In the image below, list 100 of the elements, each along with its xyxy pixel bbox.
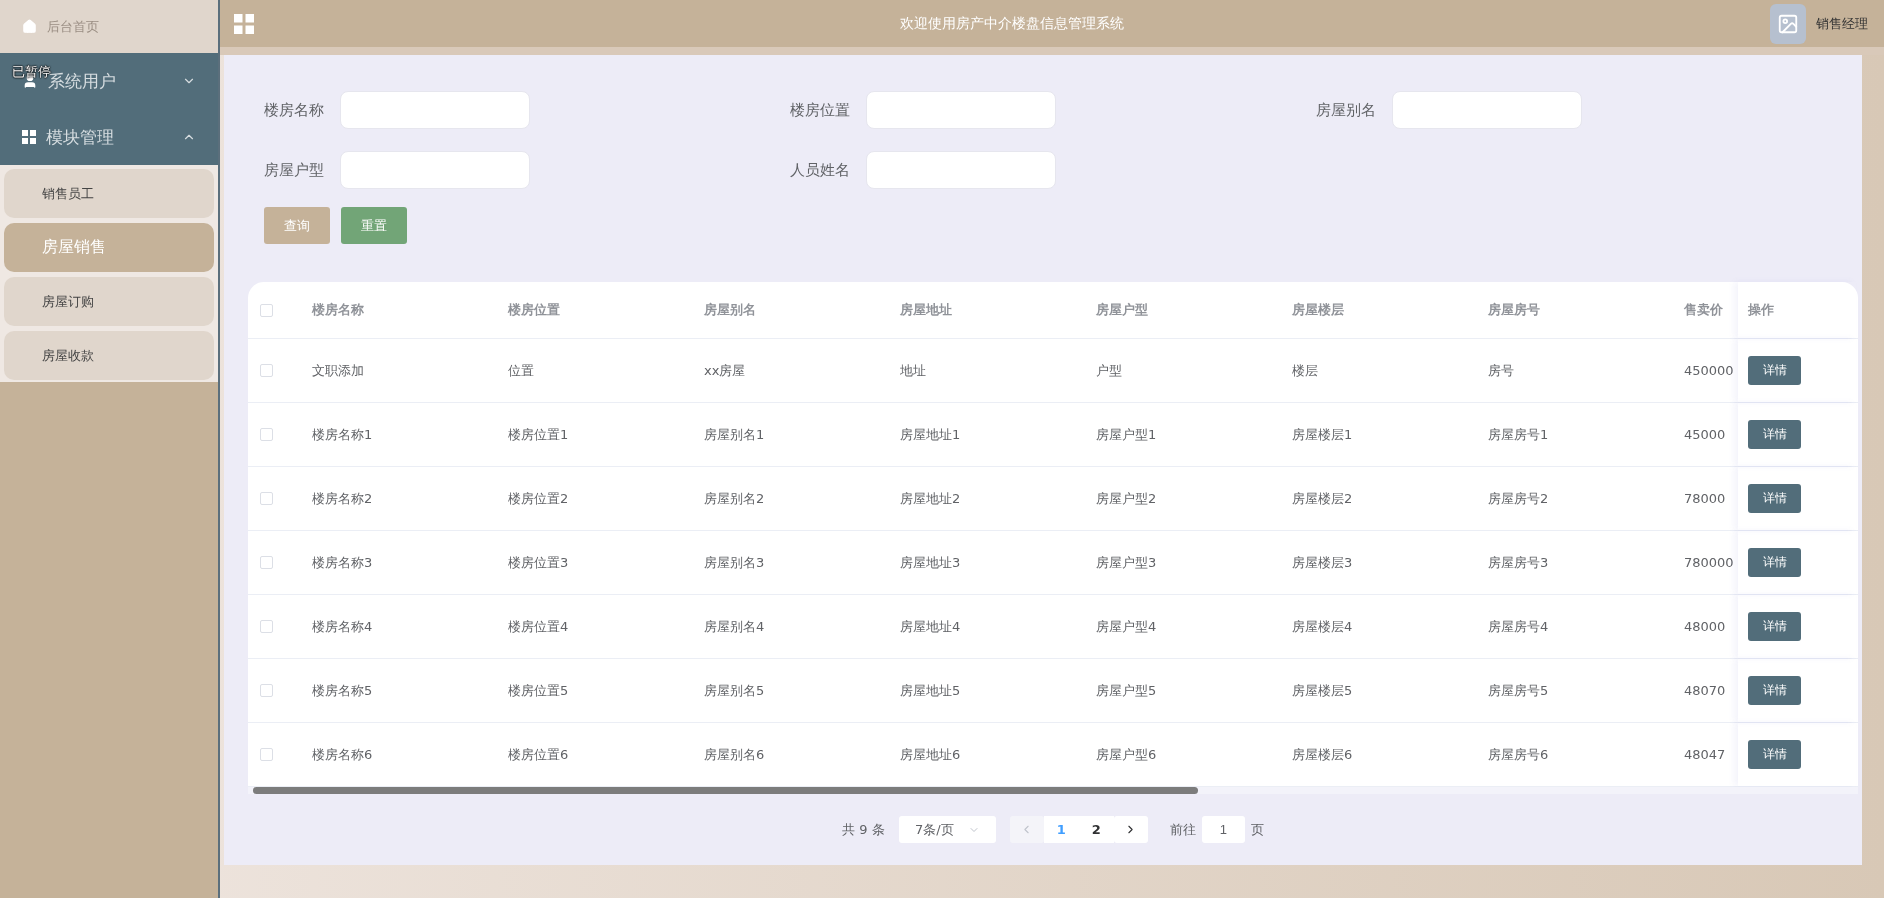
details-button[interactable]: 详情 [1748, 548, 1801, 577]
table-cell-text: 48070 [1684, 683, 1727, 698]
table-cell-text: 房屋别名6 [704, 745, 766, 764]
table-cell-text: 房屋楼层6 [1292, 745, 1354, 764]
field-label: 楼房位置 [790, 100, 851, 120]
table-cell-text: 楼房位置5 [508, 681, 570, 700]
grid-icon [22, 130, 36, 144]
table-cell-text: 房屋别名4 [704, 617, 766, 636]
table-cell-text: 房屋户型3 [1096, 553, 1158, 572]
table-cell-text: 45000 [1684, 427, 1727, 442]
table-cell-text: 78000 [1684, 491, 1727, 506]
details-button[interactable]: 详情 [1748, 356, 1801, 385]
table-cell-text: 房屋房号2 [1488, 489, 1550, 508]
checkbox[interactable] [260, 428, 273, 441]
details-button[interactable]: 详情 [1748, 740, 1801, 769]
table-cell-text: 房屋户型6 [1096, 745, 1158, 764]
table-cell-text: 房屋楼层1 [1292, 425, 1354, 444]
home-icon [22, 19, 37, 34]
input-field[interactable] [340, 91, 530, 129]
menu-group-label: 模块管理 [46, 125, 115, 149]
column-header: 房屋地址 [900, 301, 953, 319]
checkbox[interactable] [260, 364, 273, 377]
table-cell-text: 楼房名称5 [312, 681, 374, 700]
details-button[interactable]: 详情 [1748, 420, 1801, 449]
table-cell-text: 楼房名称4 [312, 617, 374, 636]
table-cell-text: 房屋别名3 [704, 553, 766, 572]
grid-menu-icon[interactable] [234, 13, 254, 34]
image-icon [1777, 12, 1799, 35]
table-cell-text: 房屋地址4 [900, 617, 962, 636]
table-cell-text: 房号 [1488, 361, 1515, 380]
column-header: 房屋楼层 [1292, 301, 1345, 319]
avatar[interactable] [1770, 3, 1806, 44]
checkbox[interactable] [260, 492, 273, 505]
table-cell-text: 房屋楼层3 [1292, 553, 1354, 572]
table-cell-text: 房屋别名1 [704, 425, 766, 444]
table-cell-text: 房屋楼层5 [1292, 681, 1354, 700]
field-label: 房屋别名 [1316, 100, 1377, 120]
prev-page-button[interactable] [1009, 816, 1044, 843]
table-cell-text: 房屋户型5 [1096, 681, 1158, 700]
column-header: 房屋房号 [1488, 301, 1541, 319]
table-cell-text: 房屋房号6 [1488, 745, 1550, 764]
input-field[interactable] [340, 151, 530, 189]
table-cell-text: 48047 [1684, 747, 1727, 762]
menu-item[interactable]: 房屋收款 [4, 331, 214, 380]
goto-label: 前往 [1169, 820, 1196, 839]
table-cell-text: 48000 [1684, 619, 1727, 634]
table-cell-text: 780000 [1684, 555, 1735, 570]
field-label: 房屋户型 [264, 160, 325, 180]
checkbox[interactable] [260, 684, 273, 697]
table-cell-text: 位置 [508, 361, 535, 380]
column-header: 楼房位置 [508, 301, 561, 319]
table-cell-text: 楼房名称3 [312, 553, 374, 572]
checkbox[interactable] [260, 748, 273, 761]
table-cell-text: 房屋户型1 [1096, 425, 1158, 444]
page-button[interactable]: 2 [1078, 816, 1114, 843]
table-cell-text: 房屋地址2 [900, 489, 962, 508]
table-cell-text: 房屋地址1 [900, 425, 962, 444]
details-button[interactable]: 详情 [1748, 484, 1801, 513]
table-cell-text: 地址 [900, 361, 927, 380]
table-cell-text: 房屋户型4 [1096, 617, 1158, 636]
total-count: 共 9 条 [842, 820, 885, 839]
table-cell-text: 房屋房号1 [1488, 425, 1550, 444]
menu-item[interactable]: 房屋订购 [4, 277, 214, 326]
details-button[interactable]: 详情 [1748, 676, 1801, 705]
table-cell-text: 房屋别名2 [704, 489, 766, 508]
field-label: 楼房名称 [264, 100, 325, 120]
table-cell-text: 楼房位置1 [508, 425, 570, 444]
table-cell-text: 房屋房号3 [1488, 553, 1550, 572]
input-field[interactable] [1392, 91, 1582, 129]
table-cell-text: 房屋地址5 [900, 681, 962, 700]
table-cell-text: 450000 [1684, 363, 1735, 378]
page-size-select[interactable]: 7条/页 [898, 816, 996, 843]
table-cell-text: 房屋楼层4 [1292, 617, 1354, 636]
menu-group[interactable]: 模块管理 [0, 109, 218, 165]
reset-button[interactable]: 重置 [341, 207, 407, 244]
table-cell-text: 房屋别名5 [704, 681, 766, 700]
table-cell-text: 楼层 [1292, 361, 1319, 380]
table-cell-text: 楼房位置4 [508, 617, 570, 636]
scrollbar-thumb[interactable] [253, 787, 1198, 794]
table-cell-text: 楼房名称2 [312, 489, 374, 508]
details-button[interactable]: 详情 [1748, 612, 1801, 641]
column-header: 楼房名称 [312, 301, 365, 319]
table-cell-text: 房屋户型2 [1096, 489, 1158, 508]
page-suffix: 页 [1250, 820, 1264, 839]
user-name: 销售经理 [1816, 14, 1868, 33]
column-header: 房屋别名 [704, 301, 757, 319]
page-button[interactable]: 1 [1043, 816, 1079, 843]
checkbox[interactable] [260, 620, 273, 633]
checkbox[interactable] [260, 303, 273, 317]
table-cell-text: 楼房名称6 [312, 745, 374, 764]
checkbox[interactable] [260, 556, 273, 569]
input-field[interactable] [866, 151, 1056, 189]
menu-item[interactable]: 销售员工 [4, 169, 214, 218]
table-cell-text: 文职添加 [312, 361, 365, 380]
table-cell-text: xx房屋 [704, 361, 747, 380]
input-field[interactable] [866, 91, 1056, 129]
page-input[interactable]: 1 [1201, 816, 1245, 843]
column-header: 房屋户型 [1096, 301, 1149, 319]
next-page-button[interactable] [1113, 816, 1148, 843]
table-cell-text: 户型 [1096, 361, 1123, 380]
